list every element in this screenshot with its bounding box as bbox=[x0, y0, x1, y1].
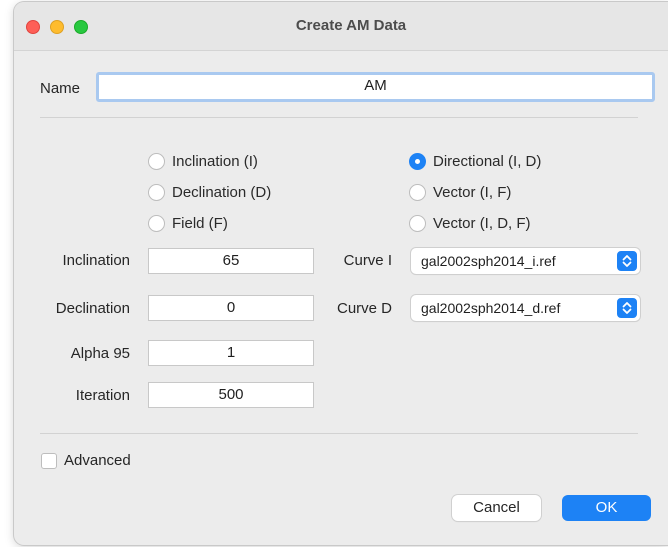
window-title: Create AM Data bbox=[295, 17, 407, 34]
curve-d-select[interactable]: gal2002sph2014_d.ref bbox=[411, 295, 640, 321]
radio-vector-if-label: Vector (I, F) bbox=[433, 184, 512, 201]
radio-vector-idf[interactable] bbox=[409, 215, 426, 232]
radio-inclination-label: Inclination (I) bbox=[172, 153, 258, 170]
curve-d-value: gal2002sph2014_d.ref bbox=[421, 300, 561, 316]
advanced-label: Advanced bbox=[64, 452, 131, 469]
alpha95-label: Alpha 95 bbox=[70, 345, 130, 362]
iteration-label: Iteration bbox=[75, 387, 130, 404]
advanced-checkbox[interactable] bbox=[41, 453, 57, 469]
curve-i-select[interactable]: gal2002sph2014_i.ref bbox=[411, 248, 640, 274]
radio-vector-if[interactable] bbox=[409, 184, 426, 201]
name-label: Name bbox=[40, 80, 81, 97]
inclination-label: Inclination bbox=[62, 252, 130, 269]
radio-field-label: Field (F) bbox=[172, 215, 228, 232]
create-am-data-dialog: Create AM Data Name AM Inclination (I) D… bbox=[14, 2, 668, 545]
declination-input[interactable]: 0 bbox=[148, 295, 314, 321]
alpha95-input[interactable]: 1 bbox=[148, 340, 314, 366]
title-bar: Create AM Data bbox=[14, 2, 668, 51]
chevron-up-down-icon bbox=[617, 251, 637, 271]
chevron-up-down-icon bbox=[617, 298, 637, 318]
declination-label: Declination bbox=[55, 300, 130, 317]
bottom-separator bbox=[40, 433, 638, 434]
curve-i-value: gal2002sph2014_i.ref bbox=[421, 253, 556, 269]
curve-d-label: Curve D bbox=[336, 300, 392, 317]
radio-directional-label: Directional (I, D) bbox=[433, 153, 542, 170]
iteration-input[interactable]: 500 bbox=[148, 382, 314, 408]
radio-inclination[interactable] bbox=[148, 153, 165, 170]
cancel-button[interactable]: Cancel bbox=[452, 495, 541, 521]
inclination-input[interactable]: 65 bbox=[148, 248, 314, 274]
curve-i-label: Curve I bbox=[343, 252, 392, 269]
top-separator bbox=[40, 117, 638, 118]
radio-declination-label: Declination (D) bbox=[172, 184, 272, 201]
ok-button[interactable]: OK bbox=[562, 495, 651, 521]
radio-vector-idf-label: Vector (I, D, F) bbox=[433, 215, 531, 232]
radio-declination[interactable] bbox=[148, 184, 165, 201]
name-input[interactable]: AM bbox=[96, 72, 655, 102]
radio-field[interactable] bbox=[148, 215, 165, 232]
radio-directional[interactable] bbox=[409, 153, 426, 170]
